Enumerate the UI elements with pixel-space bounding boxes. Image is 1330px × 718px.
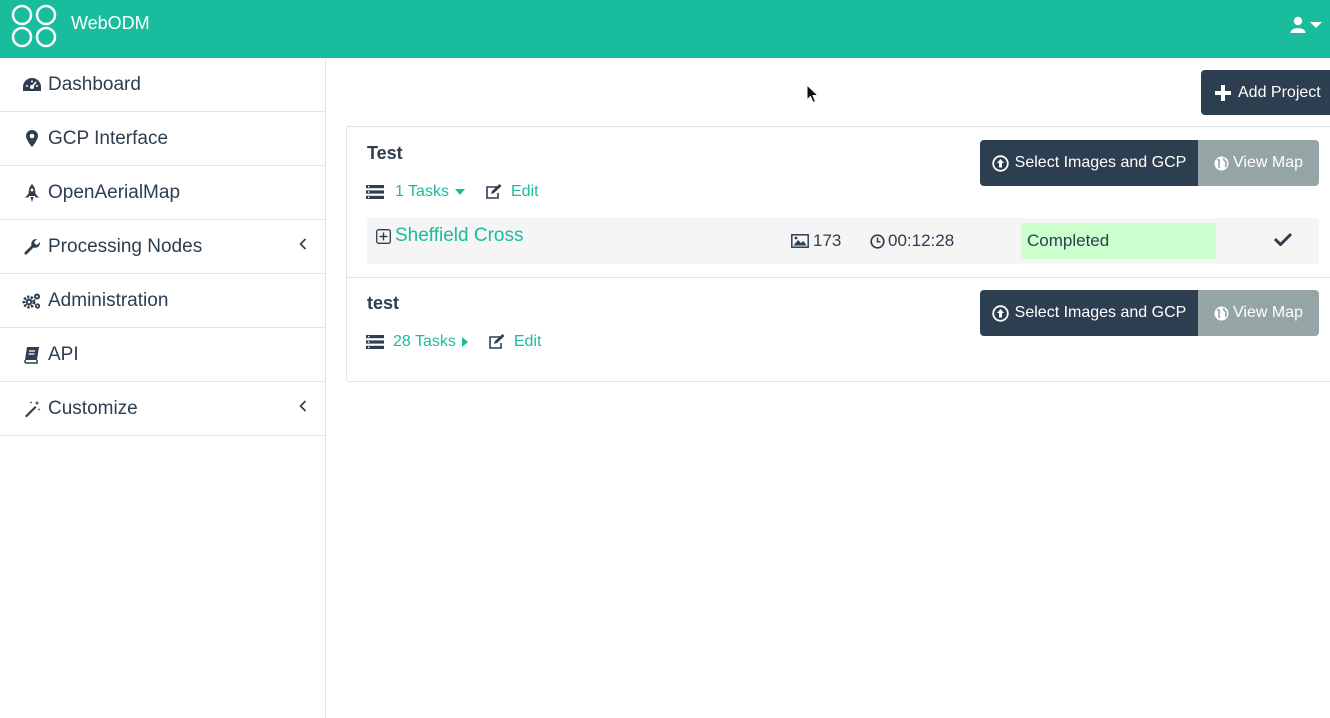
plus-icon [1215, 84, 1231, 101]
task-name[interactable]: Sheffield Cross [376, 225, 524, 247]
view-map-label: View Map [1233, 154, 1303, 171]
edit-project-link[interactable]: Edit [485, 183, 539, 201]
sidebar-item-dashboard[interactable]: Dashboard [0, 58, 325, 112]
check-icon [1274, 232, 1292, 246]
select-images-gcp-button[interactable]: Select Images and GCP [980, 140, 1198, 186]
view-map-label: View Map [1233, 304, 1303, 321]
sidebar-item-label: Administration [48, 289, 169, 311]
wrench-icon [22, 237, 42, 257]
task-duration: 00:12:28 [870, 231, 954, 251]
project-actions: Select Images and GCP View Map [980, 140, 1319, 186]
view-map-button[interactable]: View Map [1198, 140, 1319, 186]
project-links: 28 Tasks Edit [366, 333, 541, 351]
top-navbar: WebODM [0, 0, 1330, 58]
select-images-gcp-button[interactable]: Select Images and GCP [980, 290, 1198, 336]
sidebar-item-label: GCP Interface [48, 127, 169, 149]
chevron-left-icon [299, 238, 307, 250]
tasks-list-icon [366, 335, 384, 349]
add-project-label: Add Project [1238, 83, 1321, 101]
tasks-count-label: 28 Tasks [393, 333, 456, 350]
tasks-list-icon [366, 185, 384, 199]
magic-wand-icon [22, 399, 42, 419]
globe-icon [1214, 306, 1229, 320]
expand-plus-icon[interactable] [376, 228, 391, 244]
project-name: Test [367, 143, 403, 163]
sidebar-item-processing-nodes[interactable]: Processing Nodes [0, 220, 325, 274]
sidebar-item-label: API [48, 343, 79, 365]
upload-circle-icon [991, 154, 1009, 172]
book-icon [22, 345, 42, 365]
duration-value: 00:12:28 [888, 231, 955, 250]
project-name: test [367, 293, 400, 313]
mouse-cursor-icon [806, 84, 819, 104]
sidebar-item-label: Customize [48, 397, 138, 419]
tasks-toggle-link[interactable]: 1 Tasks [366, 183, 465, 201]
edit-label: Edit [510, 183, 539, 200]
edit-icon [489, 334, 505, 349]
map-marker-icon [22, 129, 42, 149]
project-actions: Select Images and GCP View Map [980, 290, 1319, 336]
gears-icon [22, 291, 42, 311]
edit-project-link[interactable]: Edit [488, 333, 542, 351]
project-item: test 28 Tasks Edit Select Images and GCP [347, 277, 1330, 381]
chevron-left-icon [299, 400, 307, 412]
edit-label: Edit [513, 333, 542, 350]
image-icon [791, 234, 809, 248]
webodm-logo-icon[interactable] [9, 3, 59, 49]
project-links: 1 Tasks Edit [366, 183, 539, 201]
select-images-gcp-label: Select Images and GCP [1014, 304, 1187, 321]
task-image-count: 173 [791, 231, 841, 251]
task-name-label[interactable]: Sheffield Cross [395, 225, 524, 247]
edit-icon [486, 184, 502, 199]
sidebar-item-label: Processing Nodes [48, 235, 203, 257]
caret-down-icon [454, 189, 465, 195]
tasks-count-label: 1 Tasks [395, 183, 449, 200]
user-menu-button[interactable] [1290, 16, 1322, 33]
select-images-gcp-label: Select Images and GCP [1014, 154, 1187, 171]
project-item: Test 1 Tasks Edit Select Images and GCP [347, 127, 1330, 277]
brand-name[interactable]: WebODM [71, 13, 150, 34]
status-badge: Completed [1021, 223, 1216, 259]
rocket-icon [22, 183, 42, 203]
sidebar-item-openaerialmap[interactable]: OpenAerialMap [0, 166, 325, 220]
sidebar-item-api[interactable]: API [0, 328, 325, 382]
sidebar-item-label: Dashboard [48, 73, 141, 95]
globe-icon [1214, 156, 1229, 170]
sidebar-item-customize[interactable]: Customize [0, 382, 325, 436]
main-content: Add Project Test 1 Tasks Edit Select Ima… [326, 58, 1330, 718]
caret-down-icon [1310, 21, 1322, 28]
image-count-value: 173 [813, 231, 842, 250]
upload-circle-icon [991, 304, 1009, 322]
task-row[interactable]: Sheffield Cross 173 00:12:28 Completed [367, 218, 1319, 264]
sidebar-item-gcp-interface[interactable]: GCP Interface [0, 112, 325, 166]
sidebar: Dashboard GCP Interface OpenAerialMap Pr… [0, 58, 326, 718]
view-map-button[interactable]: View Map [1198, 290, 1319, 336]
tasks-toggle-link[interactable]: 28 Tasks [366, 333, 468, 351]
project-list: Test 1 Tasks Edit Select Images and GCP [346, 126, 1330, 382]
dashboard-icon [22, 75, 42, 95]
add-project-button[interactable]: Add Project [1201, 70, 1330, 115]
sidebar-item-administration[interactable]: Administration [0, 274, 325, 328]
sidebar-item-label: OpenAerialMap [48, 181, 181, 203]
clock-icon [870, 233, 885, 249]
caret-right-icon [461, 337, 468, 347]
user-icon [1290, 16, 1306, 33]
